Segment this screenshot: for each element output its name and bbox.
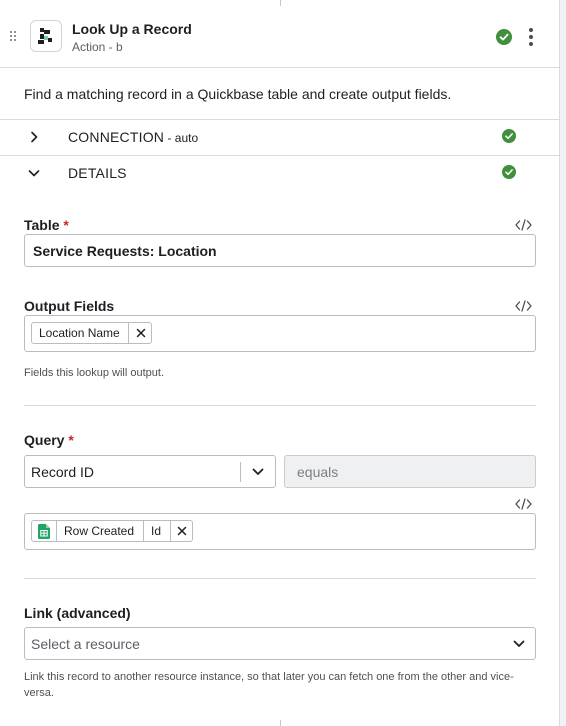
section-connection-sublabel: - auto xyxy=(164,131,199,145)
kebab-menu-icon[interactable] xyxy=(525,27,537,47)
chevron-down-icon xyxy=(252,468,264,475)
link-label: Link (advanced) xyxy=(24,605,131,621)
required-marker: * xyxy=(63,217,69,233)
flow-connector-bottom xyxy=(280,720,281,726)
query-value-input[interactable]: Row Created Id xyxy=(24,513,536,550)
query-value-tag-field: Id xyxy=(151,524,162,538)
step-header: Look Up a Record Action - b xyxy=(0,6,559,68)
drag-handle-icon[interactable] xyxy=(10,31,18,43)
output-field-tag: Location Name xyxy=(31,322,152,344)
section-details[interactable]: DETAILS xyxy=(0,156,559,191)
step-card: Look Up a Record Action - b Find a match… xyxy=(0,0,560,726)
google-sheets-icon xyxy=(38,524,50,539)
remove-tag-icon[interactable] xyxy=(136,328,146,338)
query-field-select-value: Record ID xyxy=(31,464,95,480)
link-help: Link this record to another resource ins… xyxy=(24,671,514,699)
query-operator-value: equals xyxy=(297,464,339,480)
remove-tag-icon[interactable] xyxy=(177,526,187,536)
code-toggle-icon[interactable] xyxy=(515,498,532,510)
divider xyxy=(24,578,536,579)
check-circle-icon xyxy=(496,29,512,45)
output-field-tag-label: Location Name xyxy=(39,326,120,340)
section-connection[interactable]: CONNECTION - auto xyxy=(0,120,559,155)
step-title: Look Up a Record xyxy=(72,21,192,37)
required-marker: * xyxy=(68,432,74,448)
table-label: Table * xyxy=(24,217,69,233)
quickbase-logo-icon xyxy=(30,20,62,52)
chevron-down-icon xyxy=(513,640,525,647)
query-field-select[interactable]: Record ID xyxy=(24,455,276,488)
step-subtitle: Action - b xyxy=(72,40,123,54)
check-circle-icon xyxy=(502,129,516,143)
link-resource-placeholder: Select a resource xyxy=(31,636,140,652)
query-label: Query * xyxy=(24,432,74,448)
chevron-down-icon xyxy=(28,170,40,177)
code-toggle-icon[interactable] xyxy=(515,300,532,312)
divider xyxy=(24,405,536,406)
output-fields-input[interactable]: Location Name xyxy=(24,315,536,352)
section-connection-label: CONNECTION - auto xyxy=(68,129,199,145)
section-details-label: DETAILS xyxy=(68,165,127,181)
table-input-value: Service Requests: Location xyxy=(33,243,217,259)
check-circle-icon xyxy=(502,165,516,179)
query-value-tag: Row Created Id xyxy=(31,520,193,542)
table-input[interactable]: Service Requests: Location xyxy=(24,234,536,267)
query-operator-select: equals xyxy=(284,455,536,488)
chevron-right-icon xyxy=(31,131,38,143)
query-value-tag-app: Row Created xyxy=(64,524,135,538)
output-fields-label: Output Fields xyxy=(24,298,115,314)
step-description: Find a matching record in a Quickbase ta… xyxy=(24,86,452,102)
code-toggle-icon[interactable] xyxy=(515,219,532,231)
output-fields-help: Fields this lookup will output. xyxy=(24,367,165,379)
link-resource-select[interactable]: Select a resource xyxy=(24,627,536,660)
